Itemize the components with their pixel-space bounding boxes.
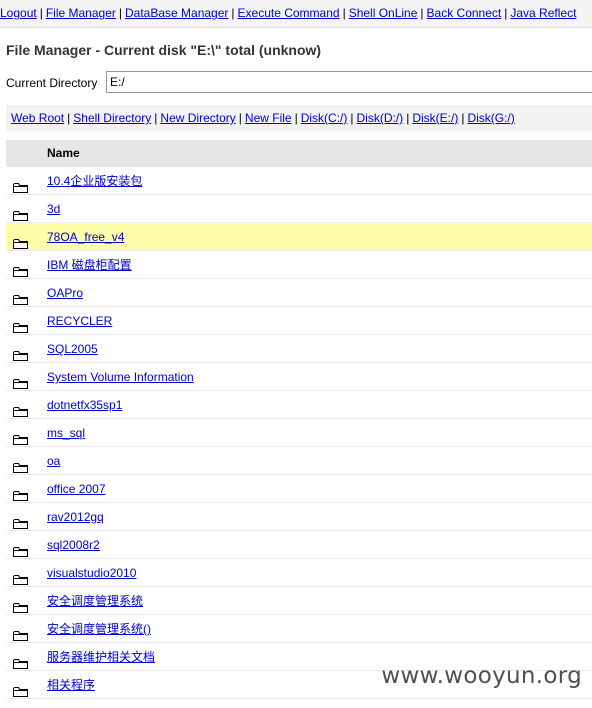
nav-file-manager-link[interactable]: File Manager xyxy=(46,6,116,20)
table-row[interactable]: 安全调度管理系统 xyxy=(6,587,592,615)
table-row[interactable]: SQL2005 xyxy=(6,335,592,363)
folder-icon xyxy=(13,203,28,221)
table-row[interactable]: office 2007 xyxy=(6,475,592,503)
table-row[interactable]: 78OA_free_v4 xyxy=(6,223,592,251)
shortcut-separator: | xyxy=(350,111,354,125)
shortcut-separator: | xyxy=(406,111,410,125)
folder-link[interactable]: 服务器维护相关文档 xyxy=(47,643,155,671)
nav-back-connect-link[interactable]: Back Connect xyxy=(427,6,502,20)
folder-link[interactable]: ms_sql xyxy=(47,419,85,447)
folder-icon xyxy=(13,287,28,305)
file-list: 10.4企业版安装包 3d 78OA_free_v4 IBM 磁盘柜配置 OAPro RE… xyxy=(6,167,592,699)
folder-link[interactable]: 相关程序 xyxy=(47,671,95,699)
folder-icon xyxy=(13,567,28,585)
table-row[interactable]: sql2008r2 xyxy=(6,531,592,559)
shortcut-bar: Web Root | Shell Directory | New Directory | N… xyxy=(6,105,592,131)
table-header-name: Name xyxy=(6,140,592,167)
disk-e-link[interactable]: Disk(E:/) xyxy=(412,111,458,125)
shortcut-separator: | xyxy=(67,111,71,125)
folder-icon xyxy=(13,343,28,361)
shortcut-separator: | xyxy=(294,111,298,125)
nav-java-reflect-link[interactable]: Java Reflect xyxy=(510,6,576,20)
folder-link[interactable]: oa xyxy=(47,447,60,475)
disk-c-link[interactable]: Disk(C:/) xyxy=(301,111,348,125)
table-row[interactable]: oa xyxy=(6,447,592,475)
folder-icon xyxy=(13,259,28,277)
folder-link[interactable]: 安全调度管理系统 xyxy=(47,587,143,615)
current-directory-label: Current Directory xyxy=(6,76,98,90)
folder-icon xyxy=(13,371,28,389)
current-directory-input[interactable] xyxy=(106,71,592,93)
folder-link[interactable]: OAPro xyxy=(47,279,83,307)
nav-separator: | xyxy=(342,6,346,20)
table-row[interactable]: OAPro xyxy=(6,279,592,307)
nav-logout-link[interactable]: Logout xyxy=(0,6,37,20)
disk-d-link[interactable]: Disk(D:/) xyxy=(357,111,404,125)
folder-icon xyxy=(13,679,28,697)
nav-separator: | xyxy=(118,6,122,20)
new-directory-link[interactable]: New Directory xyxy=(160,111,235,125)
folder-link[interactable]: 10.4企业版安装包 xyxy=(47,167,142,195)
table-row[interactable]: RECYCLER xyxy=(6,307,592,335)
file-table: Name 10.4企业版安装包 3d 78OA_free_v4 IBM 磁盘柜配置 OA… xyxy=(6,140,592,699)
folder-link[interactable]: RECYCLER xyxy=(47,307,112,335)
folder-icon xyxy=(13,399,28,417)
nav-execute-command-link[interactable]: Execute Command xyxy=(238,6,340,20)
page-title: File Manager - Current disk "E:\" total … xyxy=(6,42,322,58)
folder-icon xyxy=(13,455,28,473)
folder-icon xyxy=(13,511,28,529)
folder-link[interactable]: IBM 磁盘柜配置 xyxy=(47,251,132,279)
table-row[interactable]: IBM 磁盘柜配置 xyxy=(6,251,592,279)
table-row[interactable]: 10.4企业版安装包 xyxy=(6,167,592,195)
table-row[interactable]: System Volume Information xyxy=(6,363,592,391)
nav-separator: | xyxy=(39,6,43,20)
folder-link[interactable]: office 2007 xyxy=(47,475,106,503)
folder-icon xyxy=(13,539,28,557)
table-row[interactable]: dotnetfx35sp1 xyxy=(6,391,592,419)
folder-icon xyxy=(13,231,28,249)
table-row[interactable]: rav2012gq xyxy=(6,503,592,531)
nav-database-manager-link[interactable]: DataBase Manager xyxy=(125,6,228,20)
folder-icon xyxy=(13,483,28,501)
folder-link[interactable]: SQL2005 xyxy=(47,335,98,363)
nav-separator: | xyxy=(420,6,424,20)
top-navigation: Logout | File Manager | DataBase Manager | Exe… xyxy=(0,0,592,28)
folder-icon xyxy=(13,623,28,641)
folder-link[interactable]: 78OA_free_v4 xyxy=(47,223,124,251)
table-row[interactable]: 安全调度管理系统() xyxy=(6,615,592,643)
folder-link[interactable]: sql2008r2 xyxy=(47,531,100,559)
new-file-link[interactable]: New File xyxy=(245,111,292,125)
nav-separator: | xyxy=(504,6,508,20)
folder-link[interactable]: visualstudio2010 xyxy=(47,559,136,587)
folder-icon xyxy=(13,651,28,669)
folder-icon xyxy=(13,315,28,333)
folder-link[interactable]: System Volume Information xyxy=(47,363,194,391)
disk-g-link[interactable]: Disk(G:/) xyxy=(467,111,514,125)
folder-link[interactable]: dotnetfx35sp1 xyxy=(47,391,122,419)
folder-link[interactable]: 3d xyxy=(47,195,60,223)
nav-shell-online-link[interactable]: Shell OnLine xyxy=(349,6,418,20)
folder-icon xyxy=(13,175,28,193)
shell-directory-link[interactable]: Shell Directory xyxy=(73,111,151,125)
table-row[interactable]: ms_sql xyxy=(6,419,592,447)
folder-link[interactable]: 安全调度管理系统() xyxy=(47,615,151,643)
folder-icon xyxy=(13,595,28,613)
folder-icon xyxy=(13,427,28,445)
table-row[interactable]: 3d xyxy=(6,195,592,223)
web-root-link[interactable]: Web Root xyxy=(11,111,64,125)
shortcut-separator: | xyxy=(238,111,242,125)
table-row[interactable]: visualstudio2010 xyxy=(6,559,592,587)
watermark: www.wooyun.org xyxy=(381,663,582,689)
folder-link[interactable]: rav2012gq xyxy=(47,503,104,531)
nav-separator: | xyxy=(231,6,235,20)
